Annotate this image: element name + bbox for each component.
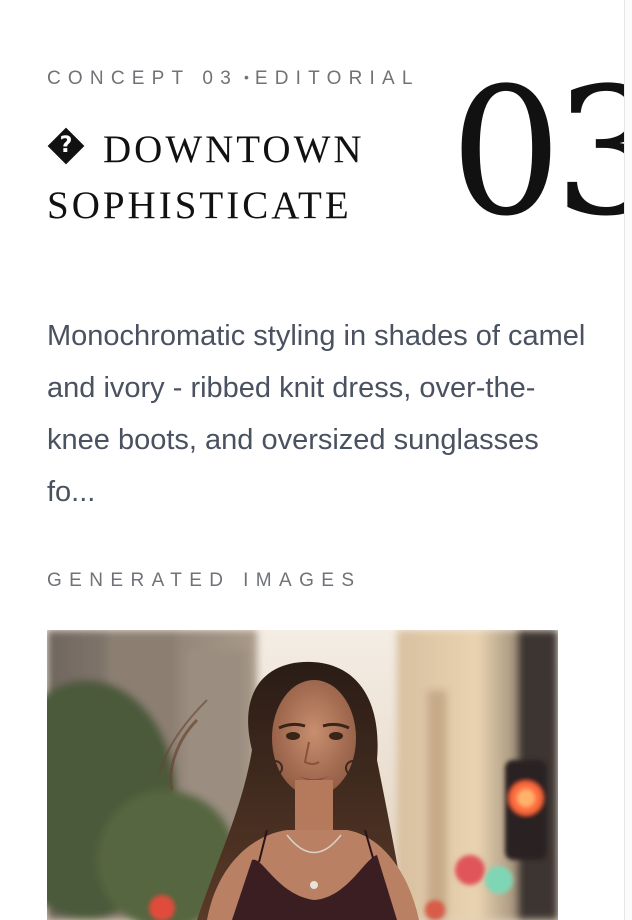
concept-eyebrow: CONCEPT 03 • EDITORIAL [47, 66, 420, 90]
replacement-character-icon: ? [47, 127, 85, 165]
concept-category: EDITORIAL [254, 68, 420, 89]
generated-image-photo [47, 630, 558, 920]
eyebrow-separator: • [243, 69, 249, 85]
title-line-1: ? DOWNTOWN [47, 122, 427, 178]
page-edge [625, 0, 632, 920]
concept-number: 03 [450, 50, 632, 255]
generated-image[interactable] [47, 630, 558, 920]
generated-images-label: GENERATED IMAGES [47, 570, 362, 591]
concept-card: CONCEPT 03 • EDITORIAL 03 ? DOWNTOWN SOPHIS… [0, 0, 632, 920]
title-line-2: SOPHISTICATE [47, 184, 352, 227]
concept-label: CONCEPT 03 [47, 68, 238, 89]
concept-description: Monochromatic styling in shades of camel… [47, 320, 586, 508]
concept-title: ? DOWNTOWN SOPHISTICATE [47, 122, 427, 234]
title-text-1: DOWNTOWN [103, 128, 365, 171]
